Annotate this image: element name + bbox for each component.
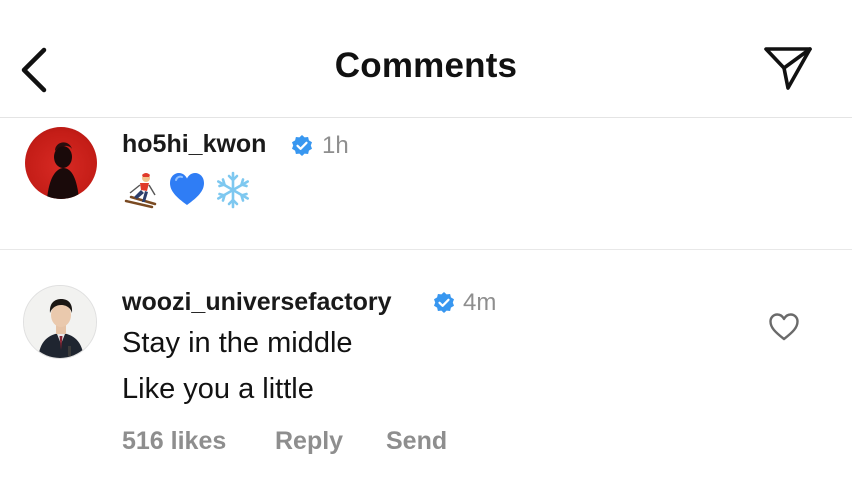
header-bar: Comments [0,0,852,118]
profile-photo-image [24,286,96,358]
likes-count[interactable]: 516 likes [122,427,226,456]
comment-text-line: Like you a little [122,373,314,405]
blue-heart-icon [170,173,204,205]
send-button[interactable]: Send [386,427,447,456]
comment-text-line: Stay in the middle [122,327,353,359]
avatar[interactable] [23,285,97,359]
reply-button[interactable]: Reply [275,427,343,456]
skier-icon [124,173,157,209]
share-button[interactable] [762,42,814,94]
verified-badge-icon [292,135,312,156]
caption-username[interactable]: ho5hi_kwon [122,130,266,159]
avatar[interactable] [25,127,97,199]
heart-outline-icon [769,313,799,341]
caption-text [122,168,252,212]
paper-plane-icon [764,47,812,90]
silhouette-avatar-image [47,142,79,199]
caption-timestamp: 1h [322,132,349,159]
like-button[interactable] [768,312,800,342]
comment-timestamp: 4m [463,289,497,316]
divider [0,249,852,250]
verified-badge-icon [434,292,454,313]
snowflake-icon [217,171,250,209]
comment-username[interactable]: woozi_universefactory [122,288,392,317]
page-title: Comments [334,46,518,85]
